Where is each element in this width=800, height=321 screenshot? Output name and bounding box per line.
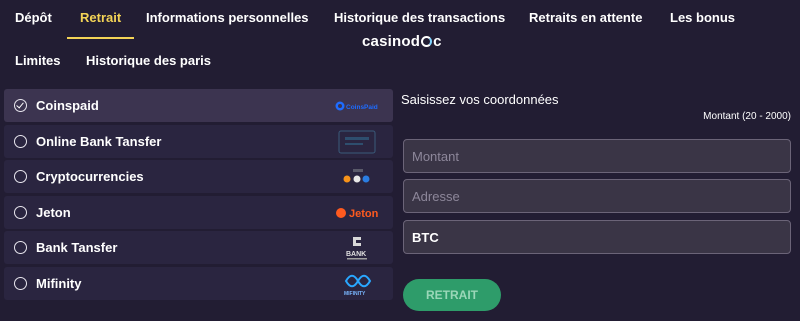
radio-icon[interactable] — [14, 205, 27, 219]
method-jeton[interactable]: Jeton Jeton — [4, 195, 393, 229]
coinspaid-logo-icon: CoinsPaid — [335, 95, 381, 117]
mifinity-logo-icon: MIFINITY — [341, 271, 375, 297]
tab-retrait[interactable]: Retrait — [80, 10, 121, 25]
online-bank-logo-icon — [337, 129, 377, 155]
jeton-logo-icon: Jeton — [335, 202, 385, 224]
radio-icon[interactable] — [14, 134, 27, 148]
withdraw-submit-button[interactable]: RETRAIT — [403, 279, 501, 311]
method-label: Cryptocurrencies — [36, 169, 144, 185]
radio-icon[interactable] — [14, 276, 27, 290]
method-coinspaid[interactable]: Coinspaid CoinsPaid — [4, 89, 393, 122]
method-mifinity[interactable]: Mifinity MIFINITY — [4, 266, 393, 300]
tab-retraits-en-attente[interactable]: Retraits en attente — [529, 10, 642, 25]
crypto-coins-icon — [341, 166, 375, 188]
radio-checked-icon[interactable] — [14, 99, 27, 112]
method-cryptocurrencies[interactable]: Cryptocurrencies — [4, 160, 393, 194]
tab-les-bonus[interactable]: Les bonus — [670, 10, 735, 25]
coinspaid-logo-text: CoinsPaid — [346, 104, 378, 111]
bank-transfer-logo-icon: BANK — [343, 234, 371, 262]
amount-input[interactable] — [403, 139, 791, 173]
casinodoc-watermark: casinod c — [362, 33, 442, 50]
watermark-o-icon — [421, 36, 433, 47]
tab-historique-transactions[interactable]: Historique des transactions — [334, 10, 505, 25]
method-label: Jeton — [36, 204, 71, 220]
tab-historique-paris[interactable]: Historique des paris — [86, 53, 211, 68]
method-online-bank-transfer[interactable]: Online Bank Tansfer — [4, 124, 393, 158]
radio-icon[interactable] — [14, 241, 27, 255]
mifinity-logo-text: MIFINITY — [344, 291, 366, 297]
method-label: Coinspaid — [36, 98, 99, 113]
jeton-logo-text: Jeton — [349, 208, 379, 220]
method-bank-transfer[interactable]: Bank Tansfer BANK — [4, 231, 393, 265]
currency-input[interactable] — [403, 220, 791, 254]
tab-informations-personnelles[interactable]: Informations personnelles — [146, 10, 309, 25]
tab-depot[interactable]: Dépôt — [15, 10, 52, 25]
form-title: Saisissez vos coordonnées — [401, 92, 559, 107]
method-label: Mifinity — [36, 275, 82, 291]
bank-logo-text: BANK — [346, 251, 366, 258]
amount-range-label: Montant (20 - 2000) — [703, 111, 791, 122]
method-label: Online Bank Tansfer — [36, 133, 162, 149]
active-tab-underline — [67, 37, 134, 39]
payment-method-list: Coinspaid CoinsPaid Online Bank Tansfer … — [4, 89, 393, 303]
radio-icon[interactable] — [14, 170, 27, 184]
method-label: Bank Tansfer — [36, 240, 118, 256]
address-input[interactable] — [403, 179, 791, 213]
tab-limites[interactable]: Limites — [15, 53, 61, 68]
